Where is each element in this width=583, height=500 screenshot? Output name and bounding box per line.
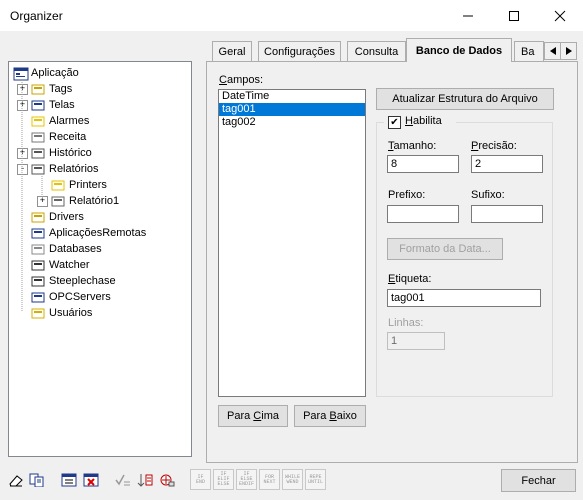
eraser-icon [9,475,23,487]
etiqueta-label: Etiqueta: [388,273,432,285]
script-block-button[interactable]: FOR NEXT [259,469,280,490]
script-block-label: UNTIL [307,478,323,485]
prefixo-label: Prefixo: [388,189,426,201]
check-list-icon [115,474,130,486]
sufixo-label: Sufixo: [471,189,505,201]
script-block-button[interactable]: IF ELIF ELSE [213,469,234,490]
window-title: Organizer [10,9,63,23]
eraser-button[interactable] [6,470,26,490]
date-format-button[interactable]: Formato da Data... [387,238,503,260]
script-block-button[interactable]: IF END [190,469,211,490]
find-icon [160,474,175,487]
copy-icon [29,473,44,487]
etiqueta-input[interactable]: tag001 [387,289,541,307]
sort-button[interactable] [135,470,155,490]
precisao-input[interactable]: 2 [471,155,543,173]
linhas-label: Linhas: [388,317,424,329]
table-button[interactable] [59,470,79,490]
script-block-label: END [195,478,205,485]
close-button[interactable] [537,0,583,31]
arrow-right-icon [565,47,572,55]
minimize-button[interactable] [445,0,491,31]
sort-icon [137,474,153,487]
tab-geral[interactable]: Geral [212,41,252,61]
find-button[interactable] [157,470,177,490]
tamanho-input[interactable]: 8 [387,155,459,173]
close-dialog-button[interactable]: Fechar [501,469,576,492]
campos-list-item[interactable]: tag001 [219,103,365,116]
script-block-button[interactable]: IF ELSE ENDIF [236,469,257,490]
campos-list-item[interactable]: DateTime [219,90,365,103]
prefixo-input[interactable] [387,205,459,223]
tab-consulta[interactable]: Consulta [347,41,406,61]
precisao-label: Precisão: [471,140,517,152]
script-block-label: ENDIF [238,481,254,487]
update-structure-button[interactable]: Atualizar Estrutura do Arquivo [376,88,554,110]
minimize-icon [463,15,473,16]
script-block-button[interactable]: WHILE WEND [282,469,303,490]
sufixo-input[interactable] [471,205,543,223]
copy-button[interactable] [27,470,47,490]
campos-list[interactable]: DateTime tag001 tag002 [218,89,366,397]
script-block-label: NEXT [263,478,276,485]
tamanho-label: Tamanho: [388,140,437,152]
tab-scroll-left[interactable] [544,42,561,60]
table-icon [61,473,77,487]
close-icon [554,10,566,21]
tab-scroll-right[interactable] [560,42,577,60]
tab-banco-de-dados[interactable]: Banco de Dados [406,38,512,62]
tab-configuracoes[interactable]: Configurações [258,41,341,61]
script-block-label: ELSE [217,481,230,487]
maximize-icon [509,10,519,21]
tab-partial[interactable]: Ba [514,41,544,61]
script-block-label: WEND [286,478,299,485]
campos-list-item[interactable]: tag002 [219,116,365,129]
script-block-button[interactable]: REPE UNTIL [305,469,326,490]
move-down-button[interactable]: Para Baixo [294,405,366,427]
delete-table-button[interactable] [81,470,101,490]
linhas-input[interactable]: 1 [387,332,445,350]
habilita-checkbox[interactable]: ✔ [388,116,401,129]
habilita-label: Habilita [405,115,442,127]
tab-bar: Geral Configurações Consulta Banco de Da… [210,38,580,62]
tree-lines [21,80,43,312]
move-up-button[interactable]: Para Cima [218,405,288,427]
maximize-button[interactable] [491,0,537,31]
check-list-button[interactable] [113,470,133,490]
organizer-tree[interactable]: Aplicação +Tags+TelasAlarmesReceita+Hist… [8,61,192,457]
delete-table-icon [83,473,99,487]
campos-label: Campos: [219,74,264,86]
arrow-left-icon [549,47,556,55]
